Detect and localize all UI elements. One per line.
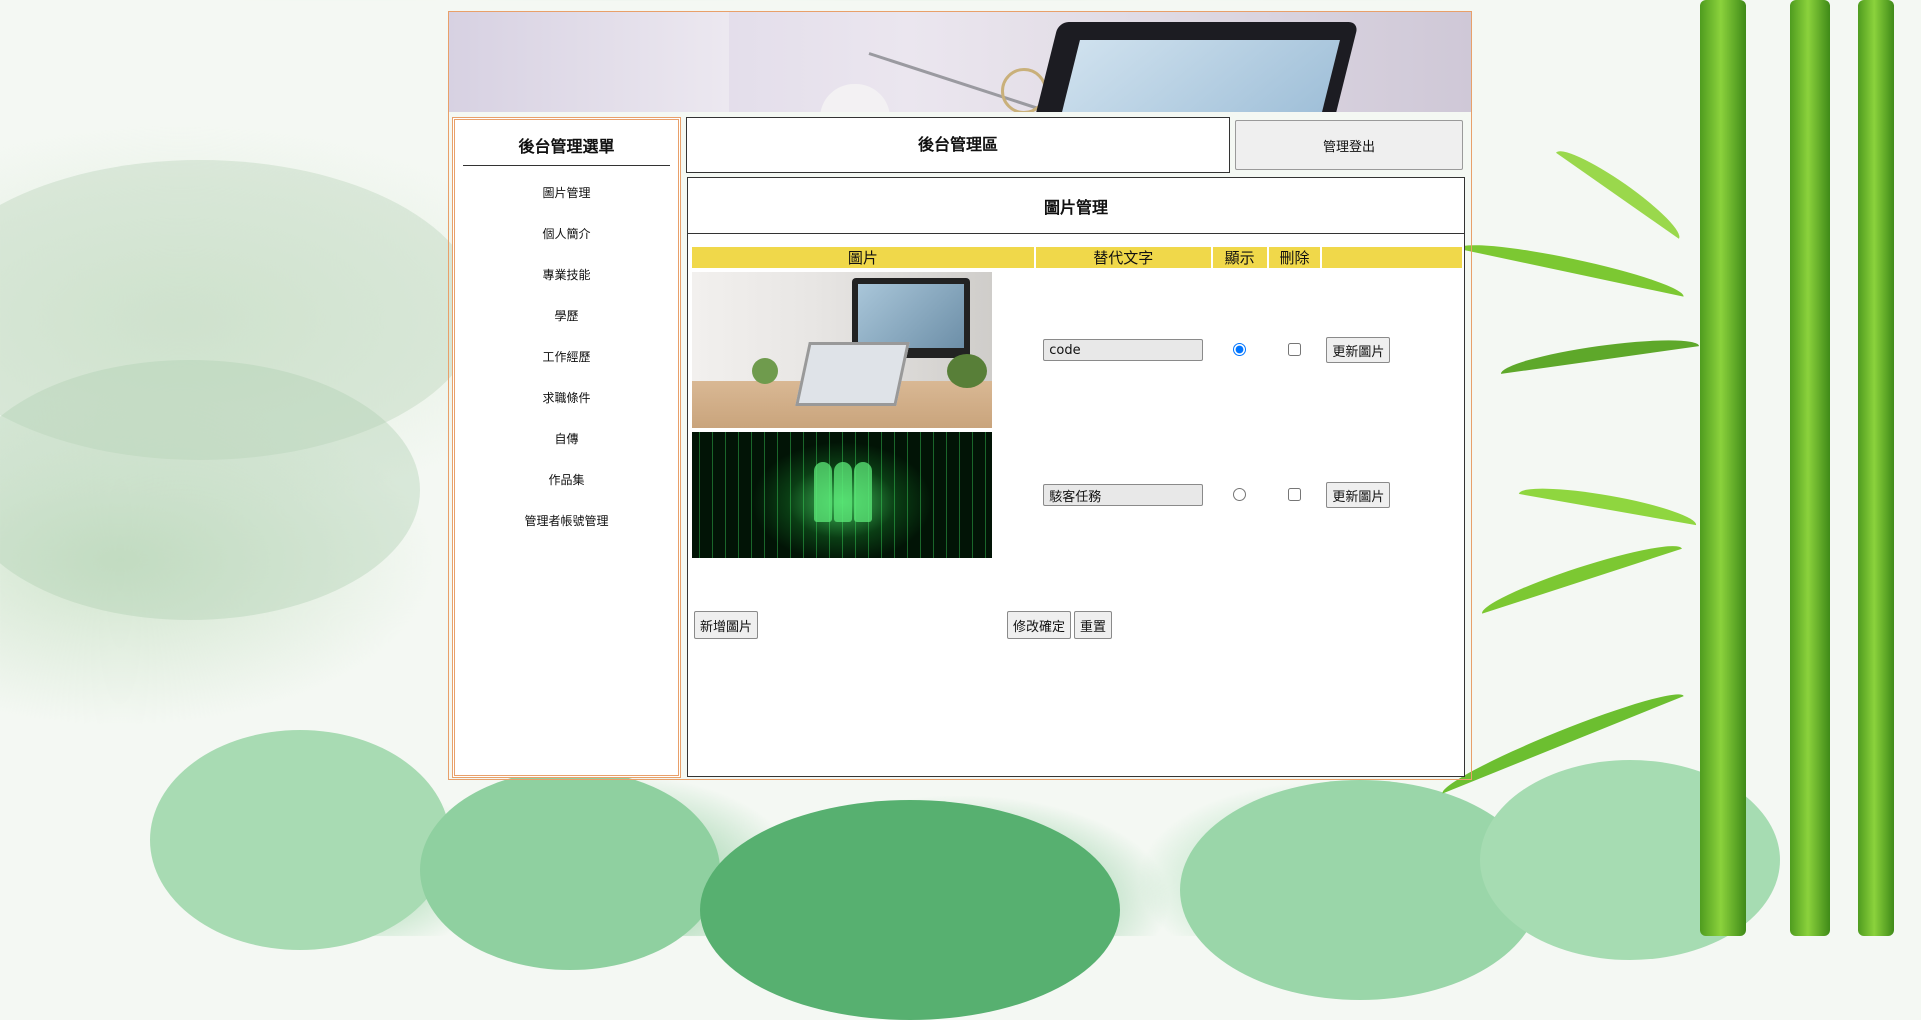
table-row: 更新圖片: [692, 270, 1462, 430]
sidebar-item-skills[interactable]: 專業技能: [455, 255, 678, 296]
bamboo-stalk: [1858, 0, 1894, 936]
sidebar-title: 後台管理選單: [518, 137, 615, 156]
office-desk-image: [692, 272, 992, 428]
bamboo-leaf: [1477, 535, 1682, 614]
column-header-alt-text: 替代文字: [1035, 247, 1211, 268]
confirm-edit-button[interactable]: 修改確定: [1007, 611, 1072, 639]
column-header-image: 圖片: [692, 247, 1034, 268]
table-row: 更新圖片: [692, 432, 1462, 558]
header-banner-image: [449, 12, 1471, 112]
sidebar-item-job-conditions[interactable]: 求職條件: [455, 378, 678, 419]
table-header-row: 圖片 替代文字 顯示 刪除: [692, 247, 1462, 268]
column-header-actions: [1322, 247, 1462, 268]
image-management-panel: 圖片管理 圖片 替代文字 顯示 刪除 code 更新圖片 駭客任務 更新圖片 新…: [687, 177, 1465, 777]
image-table: 圖片 替代文字 顯示 刪除 code 更新圖片 駭客任務 更新圖片: [690, 245, 1464, 560]
matrix-code-image: [692, 432, 992, 558]
delete-checkbox[interactable]: [1288, 487, 1301, 501]
bamboo-leaf: [1518, 480, 1699, 526]
alt-text-input[interactable]: [1043, 484, 1204, 506]
update-image-button[interactable]: 更新圖片: [1326, 482, 1391, 508]
panel-title: 圖片管理: [688, 178, 1464, 234]
display-radio[interactable]: [1233, 487, 1247, 501]
logout-button[interactable]: 管理登出: [1235, 120, 1463, 170]
divider: [463, 165, 670, 166]
reset-button[interactable]: 重置: [1074, 611, 1113, 639]
sidebar-item-admin-accounts[interactable]: 管理者帳號管理: [455, 501, 678, 542]
bamboo-leaf: [1458, 235, 1687, 297]
sidebar: 後台管理選單 圖片管理 個人簡介 專業技能 學歷 工作經歷 求職條件 自傳 作品…: [452, 117, 681, 778]
display-radio[interactable]: [1233, 342, 1247, 356]
bamboo-stalk: [1700, 0, 1746, 936]
sidebar-item-autobiography[interactable]: 自傳: [455, 419, 678, 460]
page-title: 後台管理區: [686, 117, 1230, 173]
sidebar-item-experience[interactable]: 工作經歷: [455, 337, 678, 378]
delete-checkbox[interactable]: [1288, 342, 1301, 356]
lamp-shade: [820, 84, 890, 112]
update-image-button[interactable]: 更新圖片: [1326, 337, 1391, 363]
bamboo-leaf: [1499, 332, 1700, 374]
background-cloud: [700, 800, 1120, 1020]
background-cloud: [420, 770, 720, 970]
sidebar-item-image-management[interactable]: 圖片管理: [455, 173, 678, 214]
bamboo-leaf: [1555, 141, 1687, 239]
sidebar-item-education[interactable]: 學歷: [455, 296, 678, 337]
main-area: 後台管理區 管理登出 圖片管理 圖片 替代文字 顯示 刪除 code 更新圖片 …: [684, 115, 1469, 780]
sidebar-item-profile[interactable]: 個人簡介: [455, 214, 678, 255]
add-image-button[interactable]: 新增圖片: [694, 611, 759, 639]
column-header-display: 顯示: [1212, 247, 1267, 268]
alt-text-input[interactable]: [1043, 339, 1204, 362]
column-header-delete: 刪除: [1268, 247, 1321, 268]
sidebar-item-portfolio[interactable]: 作品集: [455, 460, 678, 501]
bamboo-stalk: [1790, 0, 1830, 936]
background-cloud: [150, 730, 450, 950]
